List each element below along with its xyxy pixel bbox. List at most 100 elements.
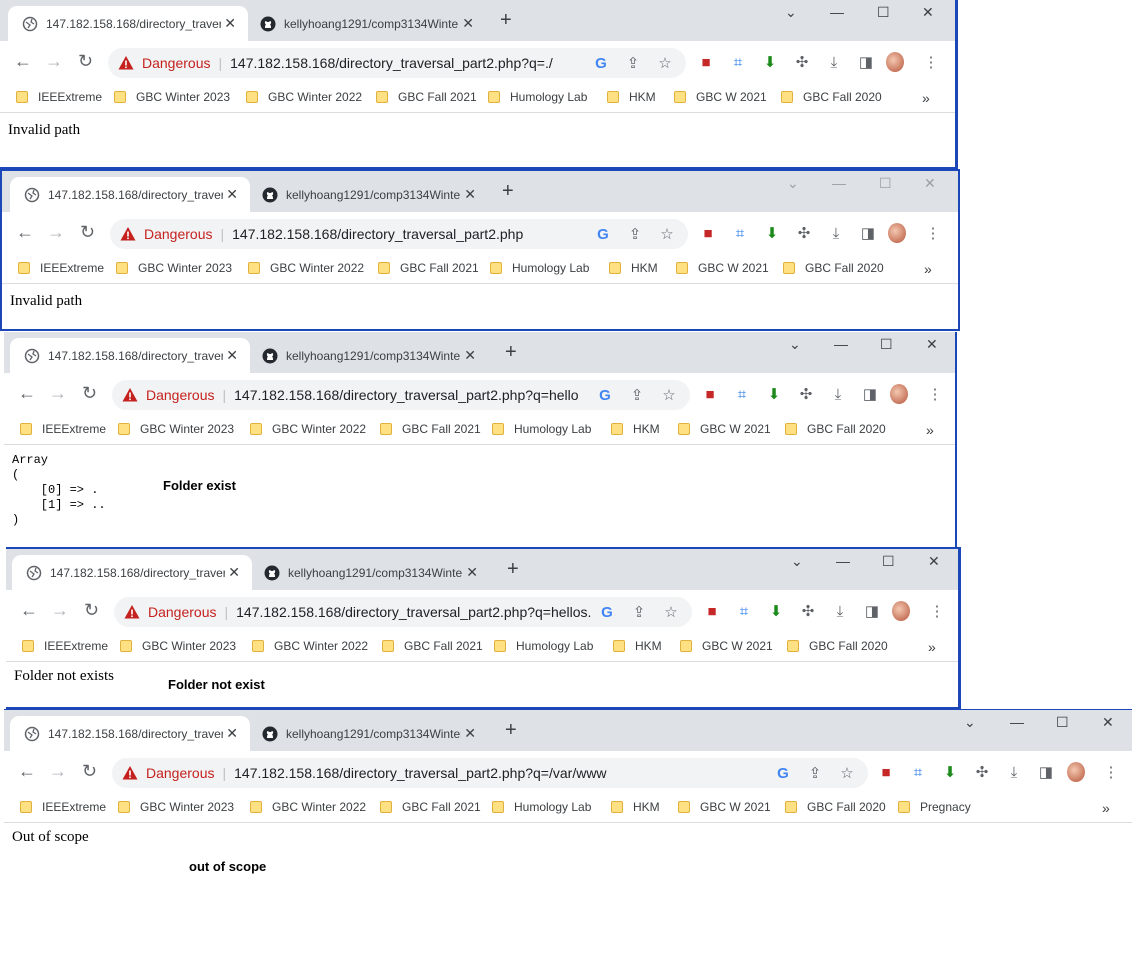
address-bar[interactable]: Dangerous | 147.182.158.168/directory_tr…	[114, 597, 692, 627]
google-lens-icon[interactable]: G	[592, 54, 610, 72]
translate-icon[interactable]: ⌗	[731, 224, 749, 242]
maximize-button[interactable]: ☐	[879, 175, 892, 192]
bookmark-item[interactable]: GBC Fall 2021	[376, 90, 477, 104]
forward-button[interactable]: →	[49, 383, 67, 404]
avatar[interactable]	[1067, 762, 1085, 782]
bookmark-item[interactable]: GBC Fall 2020	[785, 422, 886, 436]
reload-button[interactable]: ↻	[82, 761, 97, 782]
bookmark-star-icon[interactable]: ☆	[660, 386, 678, 404]
maximize-button[interactable]: ☐	[1056, 714, 1069, 731]
more-bookmarks-button[interactable]: »	[922, 90, 930, 106]
tab-directory-traversal[interactable]: 147.182.158.168/directory_traver ✕	[12, 555, 252, 590]
close-tab-icon[interactable]: ✕	[226, 186, 238, 203]
minimize-button[interactable]: —	[832, 175, 846, 191]
reload-button[interactable]: ↻	[84, 600, 99, 621]
minimize-button[interactable]: —	[1010, 714, 1024, 730]
tab-search-icon[interactable]: ⌄	[789, 336, 801, 353]
reload-button[interactable]: ↻	[80, 222, 95, 243]
maximize-button[interactable]: ☐	[877, 4, 890, 21]
maximize-button[interactable]: ☐	[882, 553, 895, 570]
book-extension-icon[interactable]: ■	[877, 763, 895, 781]
bookmark-item[interactable]: GBC Winter 2023	[120, 639, 236, 653]
download-arrow-extension-icon[interactable]: ⬇	[763, 224, 781, 242]
more-bookmarks-button[interactable]: »	[926, 422, 934, 438]
close-window-button[interactable]: ✕	[926, 336, 938, 353]
bookmark-item[interactable]: GBC Winter 2022	[248, 261, 364, 275]
translate-icon[interactable]: ⌗	[733, 385, 751, 403]
new-tab-button[interactable]: +	[507, 558, 519, 581]
close-tab-icon[interactable]: ✕	[224, 15, 236, 32]
bookmark-item[interactable]: GBC Fall 2020	[785, 800, 886, 814]
bookmark-item[interactable]: GBC Fall 2021	[382, 639, 483, 653]
downloads-icon[interactable]: ⤓	[827, 224, 845, 242]
reload-button[interactable]: ↻	[82, 383, 97, 404]
download-arrow-extension-icon[interactable]: ⬇	[941, 763, 959, 781]
tab-search-icon[interactable]: ⌄	[964, 714, 976, 731]
share-icon[interactable]: ⇪	[628, 386, 646, 404]
bookmark-item[interactable]: GBC W 2021	[676, 261, 769, 275]
tab-github[interactable]: kellyhoang1291/comp3134Winte ✕	[248, 177, 488, 212]
bookmark-item[interactable]: Humology Lab	[492, 800, 591, 814]
bookmark-item[interactable]: Humology Lab	[494, 639, 593, 653]
download-arrow-extension-icon[interactable]: ⬇	[765, 385, 783, 403]
menu-kebab-icon[interactable]: ⋮	[1102, 763, 1120, 781]
menu-kebab-icon[interactable]: ⋮	[922, 53, 940, 71]
bookmark-star-icon[interactable]: ☆	[658, 225, 676, 243]
tab-directory-traversal[interactable]: 147.182.158.168/directory_traver ✕	[10, 716, 250, 751]
google-lens-icon[interactable]: G	[596, 386, 614, 404]
downloads-icon[interactable]: ⤓	[829, 385, 847, 403]
back-button[interactable]: ←	[14, 51, 32, 72]
google-lens-icon[interactable]: G	[598, 603, 616, 621]
bookmark-item[interactable]: GBC Winter 2023	[114, 90, 230, 104]
bookmark-item[interactable]: GBC Fall 2020	[787, 639, 888, 653]
back-button[interactable]: ←	[16, 222, 34, 243]
new-tab-button[interactable]: +	[502, 180, 514, 203]
menu-kebab-icon[interactable]: ⋮	[926, 385, 944, 403]
menu-kebab-icon[interactable]: ⋮	[928, 602, 946, 620]
avatar[interactable]	[892, 601, 910, 621]
bookmark-item[interactable]: Pregnacy	[898, 800, 971, 814]
bookmark-item[interactable]: HKM	[613, 639, 662, 653]
close-tab-icon[interactable]: ✕	[464, 347, 476, 364]
tab-github[interactable]: kellyhoang1291/comp3134Winte ✕	[248, 338, 488, 373]
tab-directory-traversal[interactable]: 147.182.158.168/directory_traver ✕	[10, 177, 250, 212]
extensions-puzzle-icon[interactable]: ✣	[799, 602, 817, 620]
translate-icon[interactable]: ⌗	[735, 602, 753, 620]
forward-button[interactable]: →	[47, 222, 65, 243]
book-extension-icon[interactable]: ■	[699, 224, 717, 242]
bookmark-item[interactable]: GBC Fall 2021	[380, 800, 481, 814]
forward-button[interactable]: →	[49, 761, 67, 782]
avatar[interactable]	[886, 52, 904, 72]
more-bookmarks-button[interactable]: »	[928, 639, 936, 655]
close-tab-icon[interactable]: ✕	[226, 725, 238, 742]
minimize-button[interactable]: —	[836, 553, 850, 569]
bookmark-item[interactable]: GBC Winter 2022	[250, 422, 366, 436]
more-bookmarks-button[interactable]: »	[1102, 800, 1110, 816]
bookmark-item[interactable]: HKM	[611, 800, 660, 814]
back-button[interactable]: ←	[18, 761, 36, 782]
minimize-button[interactable]: —	[834, 336, 848, 352]
bookmark-item[interactable]: GBC Fall 2020	[783, 261, 884, 275]
share-icon[interactable]: ⇪	[626, 225, 644, 243]
bookmark-item[interactable]: GBC Winter 2022	[252, 639, 368, 653]
bookmark-item[interactable]: IEEExtreme	[20, 800, 106, 814]
tab-directory-traversal[interactable]: 147.182.158.168/directory_traver ✕	[10, 338, 250, 373]
download-arrow-extension-icon[interactable]: ⬇	[767, 602, 785, 620]
address-bar[interactable]: Dangerous | 147.182.158.168/directory_tr…	[110, 219, 688, 249]
close-tab-icon[interactable]: ✕	[466, 564, 478, 581]
menu-kebab-icon[interactable]: ⋮	[924, 224, 942, 242]
bookmark-item[interactable]: HKM	[611, 422, 660, 436]
avatar[interactable]	[890, 384, 908, 404]
side-panel-icon[interactable]: ◨	[857, 53, 875, 71]
bookmark-star-icon[interactable]: ☆	[662, 603, 680, 621]
extensions-puzzle-icon[interactable]: ✣	[973, 763, 991, 781]
tab-search-icon[interactable]: ⌄	[787, 175, 799, 192]
share-icon[interactable]: ⇪	[806, 764, 824, 782]
book-extension-icon[interactable]: ■	[701, 385, 719, 403]
close-tab-icon[interactable]: ✕	[464, 186, 476, 203]
bookmark-item[interactable]: IEEExtreme	[22, 639, 108, 653]
side-panel-icon[interactable]: ◨	[861, 385, 879, 403]
bookmark-star-icon[interactable]: ☆	[656, 54, 674, 72]
side-panel-icon[interactable]: ◨	[1037, 763, 1055, 781]
bookmark-item[interactable]: IEEExtreme	[18, 261, 104, 275]
